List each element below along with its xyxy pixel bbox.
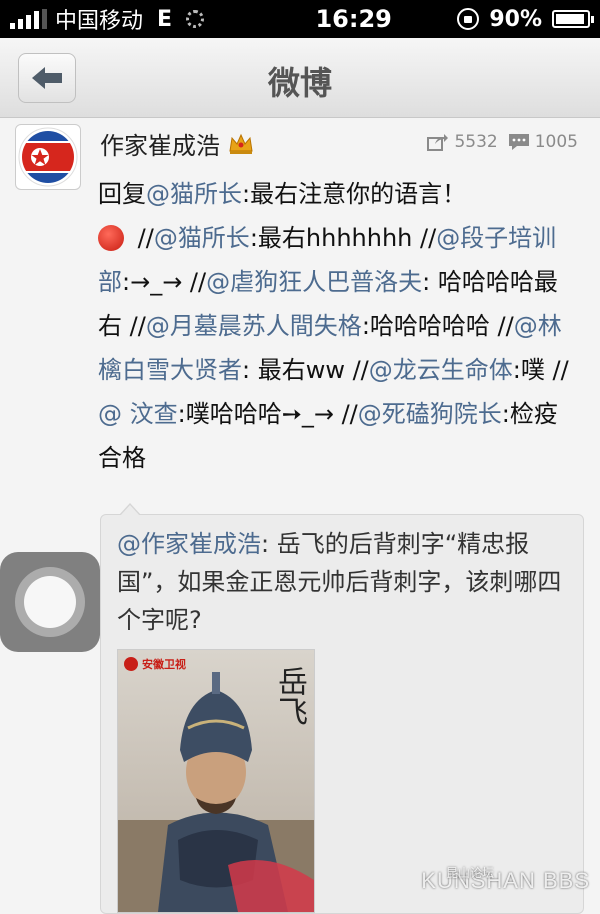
- author-name[interactable]: 作家崔成浩: [100, 126, 220, 161]
- battery-percent: 90%: [489, 6, 542, 32]
- post-text-part: //: [130, 224, 154, 252]
- mention-link[interactable]: @死磕狗院长: [358, 400, 502, 428]
- page-title: 微博: [267, 64, 332, 102]
- repost-count[interactable]: 5532: [427, 132, 498, 152]
- mention-link[interactable]: @虐狗狂人巴普洛夫: [206, 268, 422, 296]
- crown-badge-icon: [229, 133, 253, 154]
- battery-icon: [552, 10, 594, 28]
- mention-link[interactable]: @ 汶查: [98, 400, 178, 428]
- author-avatar[interactable]: [15, 124, 81, 190]
- quoted-post-text: @作家崔成浩: 岳飞的后背刺字“精忠报国”，如果金正恩元帅后背刺字，该刺哪四个字…: [117, 525, 577, 639]
- repost-count-value: 5532: [454, 132, 498, 152]
- quoted-post-image[interactable]: 安徽卫视 岳飞: [117, 649, 315, 913]
- post-text-part: :噗哈哈哈➙_→ //: [177, 400, 358, 428]
- status-time: 16:29: [315, 5, 392, 33]
- post-text-part: :最右注意你的语言！: [242, 180, 467, 208]
- signal-strength-icon: [10, 9, 47, 29]
- post-text-part: :噗 //: [512, 356, 569, 384]
- mention-link[interactable]: @月墓晨苏人間失格: [146, 312, 362, 340]
- repost-icon: [427, 134, 449, 151]
- quoted-author-mention[interactable]: @作家崔成浩: [117, 530, 261, 558]
- network-type-label: E: [157, 6, 173, 32]
- quoted-post-card[interactable]: @作家崔成浩: 岳飞的后背刺字“精忠报国”，如果金正恩元帅后背刺字，该刺哪四个字…: [100, 503, 584, 914]
- post-text-part: :→_→ //: [122, 268, 207, 296]
- assistive-touch-button[interactable]: [0, 552, 100, 652]
- post-text-part: : 最右ww //: [242, 356, 369, 384]
- status-bar: 中国移动 E 16:29 90%: [0, 0, 600, 38]
- post-text-part: :哈哈哈哈哈 //: [361, 312, 514, 340]
- angry-emoji-icon: [98, 225, 124, 251]
- comment-icon: [508, 134, 529, 150]
- mention-link[interactable]: @龙云生命体: [369, 356, 513, 384]
- post-stats: 5532 1005: [427, 132, 578, 152]
- north-korea-flag-icon: [18, 127, 78, 187]
- forum-watermark: 昆山论坛 KUNSHAN BBS: [421, 866, 590, 894]
- mention-link[interactable]: @猫所长: [146, 180, 242, 208]
- comment-count-value: 1005: [534, 132, 578, 152]
- rotation-lock-icon: [457, 8, 480, 30]
- watermark-cn: 昆山论坛: [445, 866, 494, 880]
- warrior-portrait-image: [118, 672, 314, 912]
- carrier-label: 中国移动: [55, 9, 144, 34]
- post-text-part: 回复: [98, 180, 146, 208]
- activity-spinner-icon: [186, 10, 205, 28]
- mention-link[interactable]: @猫所长: [154, 224, 250, 252]
- post-body: 回复@猫所长:最右注意你的语言！ //@猫所长:最右hhhhhhh //@段子培…: [98, 172, 578, 480]
- author-name-row: 作家崔成浩: [100, 126, 254, 161]
- assistive-touch-ring: [15, 567, 85, 637]
- post-text-part: :最右hhhhhhh //: [249, 224, 437, 252]
- comment-count[interactable]: 1005: [508, 132, 578, 152]
- navigation-bar: 微博: [0, 38, 600, 118]
